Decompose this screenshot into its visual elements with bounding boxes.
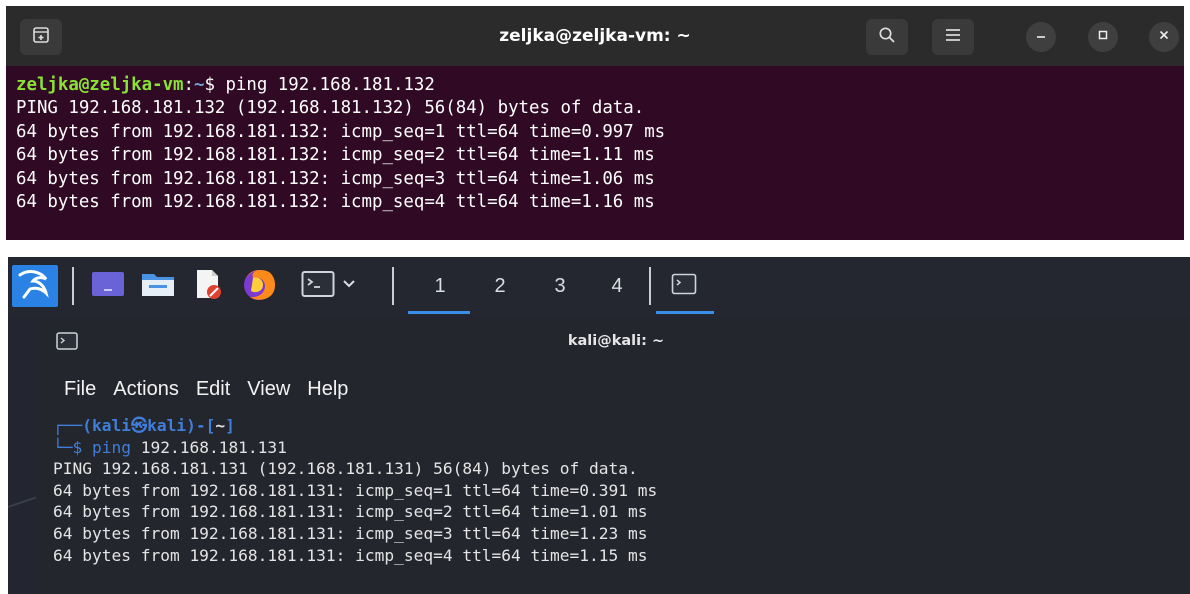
prompt-path: ~ — [194, 75, 205, 95]
file-manager-button[interactable] — [138, 269, 178, 303]
firefox-icon — [239, 264, 279, 309]
kali-terminal-window: kali@kali: ~ File Actions Edit View Help… — [36, 319, 1190, 594]
prompt-symbol: $ — [204, 75, 226, 95]
prompt-open: ( — [82, 416, 92, 435]
output-line: 64 bytes from 192.168.181.131: icmp_seq=… — [53, 480, 658, 500]
workspace-4[interactable]: 4 — [602, 267, 632, 305]
terminal-output[interactable]: zeljka@zeljka-vm:~$ ping 192.168.181.132… — [16, 74, 1184, 214]
menu-button[interactable] — [932, 19, 974, 55]
prompt-host: kali — [147, 416, 187, 435]
dropdown-chevron-icon[interactable] — [341, 277, 357, 295]
output-line: 64 bytes from 192.168.181.132: icmp_seq=… — [16, 192, 655, 213]
terminal-icon — [301, 270, 335, 303]
output-line: PING 192.168.181.132 (192.168.181.132) 5… — [16, 98, 645, 119]
prompt-box-bottom: └─ — [53, 437, 73, 457]
minimize-icon — [1035, 28, 1047, 46]
menu-help[interactable]: Help — [307, 371, 348, 407]
menu-view[interactable]: View — [247, 371, 290, 407]
menu-bar: File Actions Edit View Help — [64, 371, 365, 407]
command-name: ping — [92, 437, 131, 457]
text-editor-button[interactable] — [188, 269, 228, 303]
search-button[interactable] — [866, 19, 908, 55]
prompt-line: zeljka@zeljka-vm:~$ ping 192.168.181.132 — [16, 74, 1184, 97]
kali-desktop: 1 2 3 4 kali@kali: ~ File Actions Edit V… — [8, 257, 1190, 594]
prompt-symbol: $ — [72, 437, 92, 457]
terminal-output[interactable]: ┌──(kali㉿kali)-[~] └─$ ping 192.168.181.1… — [53, 415, 1190, 566]
prompt-path: ~ — [215, 416, 226, 435]
taskbar-separator — [392, 267, 394, 305]
taskbar-separator — [72, 267, 74, 305]
close-icon — [1158, 28, 1170, 46]
ubuntu-headerbar: zeljka@zeljka-vm: ~ — [6, 6, 1184, 66]
terminal-launcher-button[interactable] — [294, 269, 364, 303]
output-line: 64 bytes from 192.168.181.132: icmp_seq=… — [16, 145, 655, 166]
prompt-close: )-[ — [186, 416, 216, 435]
firefox-button[interactable] — [236, 265, 282, 307]
output-line: 64 bytes from 192.168.181.131: icmp_seq=… — [53, 545, 648, 565]
menu-edit[interactable]: Edit — [196, 371, 230, 407]
hamburger-menu-icon — [945, 28, 961, 47]
prompt-box-top: ┌── — [53, 416, 83, 435]
workspace-2[interactable]: 2 — [485, 267, 515, 305]
output-line: 64 bytes from 192.168.181.132: icmp_seq=… — [16, 168, 655, 189]
close-button[interactable] — [1149, 22, 1179, 52]
file-manager-icon — [140, 269, 176, 304]
output-line: 64 bytes from 192.168.181.131: icmp_seq=… — [53, 523, 648, 543]
prompt-line-1: ┌──(kali㉿kali)-[~] — [53, 415, 1190, 437]
command-text: ping 192.168.181.132 — [225, 75, 435, 95]
kali-menu-button[interactable] — [12, 265, 58, 307]
minimize-button[interactable] — [1026, 22, 1056, 52]
desktop-icon — [90, 269, 126, 304]
show-desktop-button[interactable] — [88, 269, 128, 303]
output-line: 64 bytes from 192.168.181.132: icmp_seq=… — [16, 121, 666, 142]
active-workspace-indicator — [408, 311, 470, 314]
menu-actions[interactable]: Actions — [113, 371, 179, 407]
maximize-icon — [1097, 28, 1109, 46]
prompt-skull: ㉿ — [130, 416, 148, 435]
output-line: PING 192.168.181.131 (192.168.181.131) 5… — [53, 459, 638, 479]
search-icon — [878, 26, 896, 49]
menu-file[interactable]: File — [64, 371, 96, 407]
taskbar: 1 2 3 4 — [8, 257, 1190, 315]
workspace-1[interactable]: 1 — [425, 267, 455, 305]
prompt-colon: : — [183, 75, 195, 95]
kali-titlebar: kali@kali: ~ — [36, 319, 1190, 363]
workspace-3[interactable]: 3 — [545, 267, 575, 305]
ubuntu-terminal-window: zeljka@zeljka-vm: ~ zeljka@zeljka-vm:~$ … — [6, 6, 1184, 240]
taskbar-separator — [649, 267, 651, 305]
window-title: kali@kali: ~ — [567, 333, 665, 349]
output-line: 64 bytes from 192.168.181.131: icmp_seq=… — [53, 502, 648, 522]
kali-dragon-icon — [16, 267, 54, 306]
prompt-user: zeljka@zeljka-vm — [16, 75, 184, 95]
prompt-user: kali — [92, 416, 131, 435]
prompt-line-2: └─$ ping 192.168.181.131 — [53, 437, 1190, 459]
maximize-button[interactable] — [1088, 22, 1118, 52]
active-task-indicator — [656, 311, 714, 314]
prompt-end: ] — [225, 416, 235, 435]
terminal-window-task-button[interactable] — [662, 269, 706, 303]
text-editor-icon — [191, 267, 225, 306]
window-title: zeljka@zeljka-vm: ~ — [499, 26, 691, 46]
command-arg: 192.168.181.131 — [130, 437, 287, 457]
terminal-window-icon — [671, 273, 697, 300]
